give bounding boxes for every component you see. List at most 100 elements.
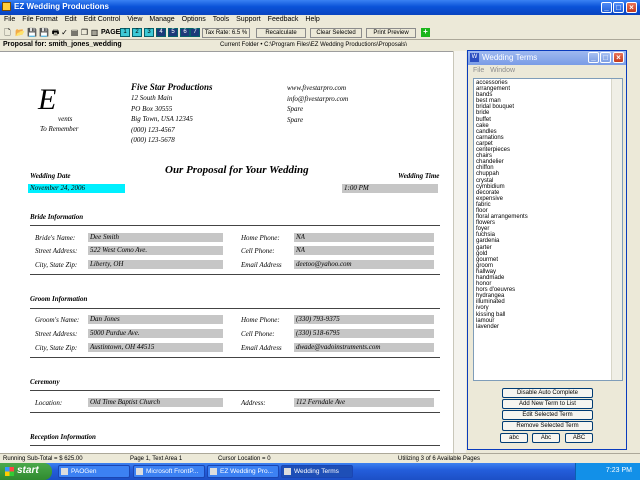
page-1-button[interactable]: 1 xyxy=(120,28,130,37)
page-2-button[interactable]: 2 xyxy=(132,28,142,37)
task-app-icon xyxy=(136,468,143,475)
page-4-button[interactable]: 4 xyxy=(156,28,166,37)
terms-menu-window[interactable]: Window xyxy=(490,67,515,74)
proposal-name: Proposal for: smith_jones_wedding xyxy=(3,41,122,48)
bride-cell-field[interactable]: NA xyxy=(294,246,434,255)
terms-list[interactable]: accessories arrangement bands best man brida… xyxy=(473,78,623,381)
spellcheck-icon[interactable]: ✓ xyxy=(60,28,69,37)
start-button[interactable]: start xyxy=(0,463,52,480)
save-as-icon[interactable]: 💾 xyxy=(39,28,49,37)
term-item[interactable]: lavender xyxy=(476,324,612,330)
copy-icon[interactable]: ❐ xyxy=(80,28,89,37)
bride-city-field[interactable]: Liberty, OH xyxy=(88,260,223,269)
terms-title-bar: W Wedding Terms _ □ × xyxy=(468,51,626,65)
bride-cell-label: Cell Phone: xyxy=(241,247,275,255)
page-3-button[interactable]: 3 xyxy=(144,28,154,37)
open-folder-icon[interactable]: 📂 xyxy=(15,28,25,37)
print-preview-button[interactable]: Print Preview xyxy=(366,28,416,38)
menu-file-format[interactable]: File Format xyxy=(18,15,60,23)
proposal-document[interactable]: E vents To Remember Five Star Production… xyxy=(0,51,453,454)
terms-list-scrollbar[interactable] xyxy=(611,79,622,380)
wedding-time-field[interactable]: 1:00 PM xyxy=(342,184,438,193)
page-5-button[interactable]: 5 xyxy=(168,28,178,37)
ceremony-address-field[interactable]: 112 Ferndale Ave xyxy=(294,398,434,407)
task-frontpage[interactable]: Microsoft FrontP... xyxy=(133,465,205,478)
company-web: www.fivestarpro.com info@fivestarpro.com S… xyxy=(287,84,349,124)
ceremony-address-label: Address: xyxy=(241,399,266,407)
menu-options[interactable]: Options xyxy=(178,15,209,23)
menu-file[interactable]: File xyxy=(0,15,18,23)
lowercase-button[interactable]: abc xyxy=(500,433,528,443)
bride-home-label: Home Phone: xyxy=(241,234,280,242)
menu-view[interactable]: View xyxy=(123,15,145,23)
titlecase-button[interactable]: Abc xyxy=(532,433,560,443)
bride-email-field[interactable]: deetoo@yahoo.com xyxy=(294,260,434,269)
uppercase-button[interactable]: ABC xyxy=(565,433,593,443)
terms-menu: File Window xyxy=(473,67,515,74)
status-page: Page 1, Text Area 1 xyxy=(130,456,183,462)
terms-maximize-button[interactable]: □ xyxy=(600,52,611,63)
groom-cell-field[interactable]: (330) 518-6795 xyxy=(294,329,434,338)
clipboard-icon[interactable]: ▤ xyxy=(70,28,79,37)
groom-home-label: Home Phone: xyxy=(241,316,280,324)
terms-minimize-button[interactable]: _ xyxy=(588,52,599,63)
remove-selected-term-button[interactable]: Remove Selected Term xyxy=(502,421,593,431)
task-paogen[interactable]: PAOGen xyxy=(58,465,130,478)
groom-street-label: Street Address: xyxy=(35,330,78,338)
recalculate-button[interactable]: Recalculate xyxy=(256,28,306,38)
groom-street-field[interactable]: 5000 Purdue Ave. xyxy=(88,329,223,338)
print-icon[interactable]: 🖶 xyxy=(51,28,60,37)
groom-section-title: Groom Information xyxy=(30,295,88,303)
bride-city-label: City, State Zip: xyxy=(35,261,78,269)
wedding-time-label: Wedding Time xyxy=(398,172,440,180)
bride-street-field[interactable]: 522 West Como Ave. xyxy=(88,246,223,255)
groom-cell-label: Cell Phone: xyxy=(241,330,275,338)
menu-edit[interactable]: Edit xyxy=(61,15,80,23)
clear-selected-button[interactable]: Clear Selected xyxy=(310,28,362,38)
menu-tools[interactable]: Tools xyxy=(209,15,232,23)
terms-close-button[interactable]: × xyxy=(613,52,624,63)
proposal-heading: Our Proposal for Your Wedding xyxy=(165,164,309,176)
page-7-button[interactable]: 7 xyxy=(190,28,200,37)
menu-edit-control[interactable]: Edit Control xyxy=(80,15,124,23)
status-utilizing: Utilizing 3 of 6 Available Pages xyxy=(398,456,480,462)
maximize-button[interactable]: □ xyxy=(613,2,624,13)
document-scrollbar[interactable] xyxy=(453,51,466,453)
paste-icon[interactable]: ▥ xyxy=(90,28,99,37)
company-logo-tagline: To Remember xyxy=(40,125,79,133)
wedding-date-label: Wedding Date xyxy=(30,172,71,180)
save-icon[interactable]: 💾 xyxy=(27,28,37,37)
add-button[interactable]: + xyxy=(421,28,430,37)
terms-menu-file[interactable]: File xyxy=(473,67,484,74)
company-logo-letter: E xyxy=(38,83,57,116)
add-new-term-button[interactable]: Add New Term to List xyxy=(502,399,593,409)
task-app-icon xyxy=(210,468,217,475)
minimize-button[interactable]: _ xyxy=(601,2,612,13)
clock: 7:23 PM xyxy=(605,467,632,474)
menu-manage[interactable]: Manage xyxy=(145,15,177,23)
groom-email-field[interactable]: dwade@vadoinstruments.com xyxy=(294,343,434,352)
task-app-icon xyxy=(61,468,68,475)
task-ez-wedding[interactable]: EZ Wedding Pro... xyxy=(207,465,279,478)
page-6-button[interactable]: 6 xyxy=(180,28,190,37)
menu-feedback[interactable]: Feedback xyxy=(264,15,302,23)
groom-home-field[interactable]: (330) 793-9375 xyxy=(294,315,434,324)
menu-help[interactable]: Help xyxy=(301,15,322,23)
company-name: Five Star Productions xyxy=(131,82,213,92)
company-logo-text: vents xyxy=(58,115,73,123)
new-file-icon[interactable]: 🗋 xyxy=(3,28,12,37)
groom-name-field[interactable]: Dan Jones xyxy=(88,315,223,324)
disable-auto-complete-button[interactable]: Disable Auto Complete xyxy=(502,388,593,398)
tax-rate-button[interactable]: Tax Rate: 6.5 % xyxy=(202,28,250,38)
edit-selected-term-button[interactable]: Edit Selected Term xyxy=(502,410,593,420)
groom-city-field[interactable]: Austintown, OH 44515 xyxy=(88,343,223,352)
bride-home-field[interactable]: NA xyxy=(294,233,434,242)
task-wedding-terms[interactable]: Wedding Terms xyxy=(281,465,353,478)
bride-name-field[interactable]: Dee Smith xyxy=(88,233,223,242)
close-button[interactable]: × xyxy=(626,2,637,13)
menu-support[interactable]: Support xyxy=(232,15,264,23)
ceremony-location-label: Location: xyxy=(35,399,63,407)
ceremony-location-field[interactable]: Old Time Baptist Church xyxy=(88,398,223,407)
groom-email-label: Email Address xyxy=(241,344,282,352)
wedding-date-field[interactable]: November 24, 2006 xyxy=(28,184,125,193)
